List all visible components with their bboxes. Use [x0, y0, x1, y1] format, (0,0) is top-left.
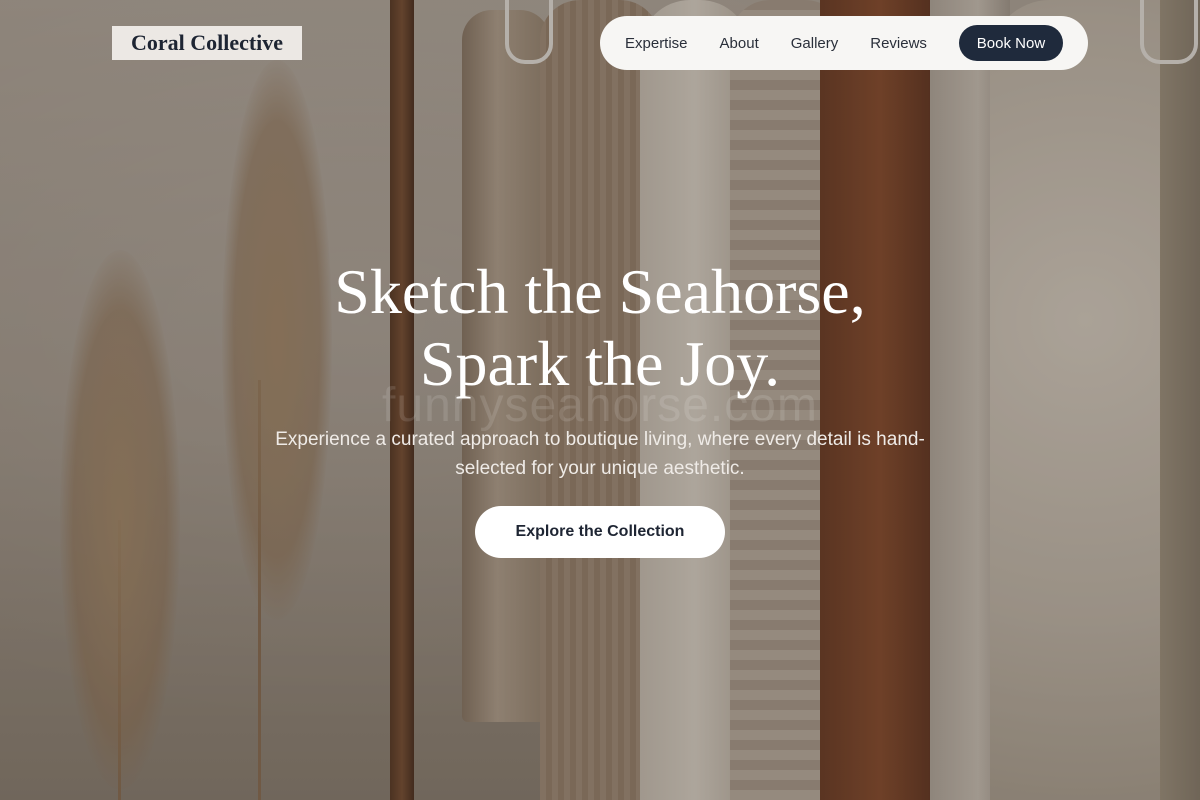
nav-item-expertise[interactable]: Expertise [625, 35, 688, 52]
explore-collection-button[interactable]: Explore the Collection [475, 506, 725, 558]
hero-title-line-1: Sketch the Seahorse, [334, 256, 866, 327]
book-now-button[interactable]: Book Now [958, 25, 1063, 61]
hero-subtitle: Experience a curated approach to boutiqu… [275, 429, 925, 479]
nav-item-reviews[interactable]: Reviews [870, 35, 927, 52]
main-nav: Expertise About Gallery Reviews Book Now [600, 16, 1088, 70]
nav-item-about[interactable]: About [720, 35, 759, 52]
brand-logo[interactable]: Coral Collective [112, 26, 302, 60]
brand-logo-text: Coral Collective [130, 30, 284, 55]
nav-item-gallery[interactable]: Gallery [791, 35, 839, 52]
